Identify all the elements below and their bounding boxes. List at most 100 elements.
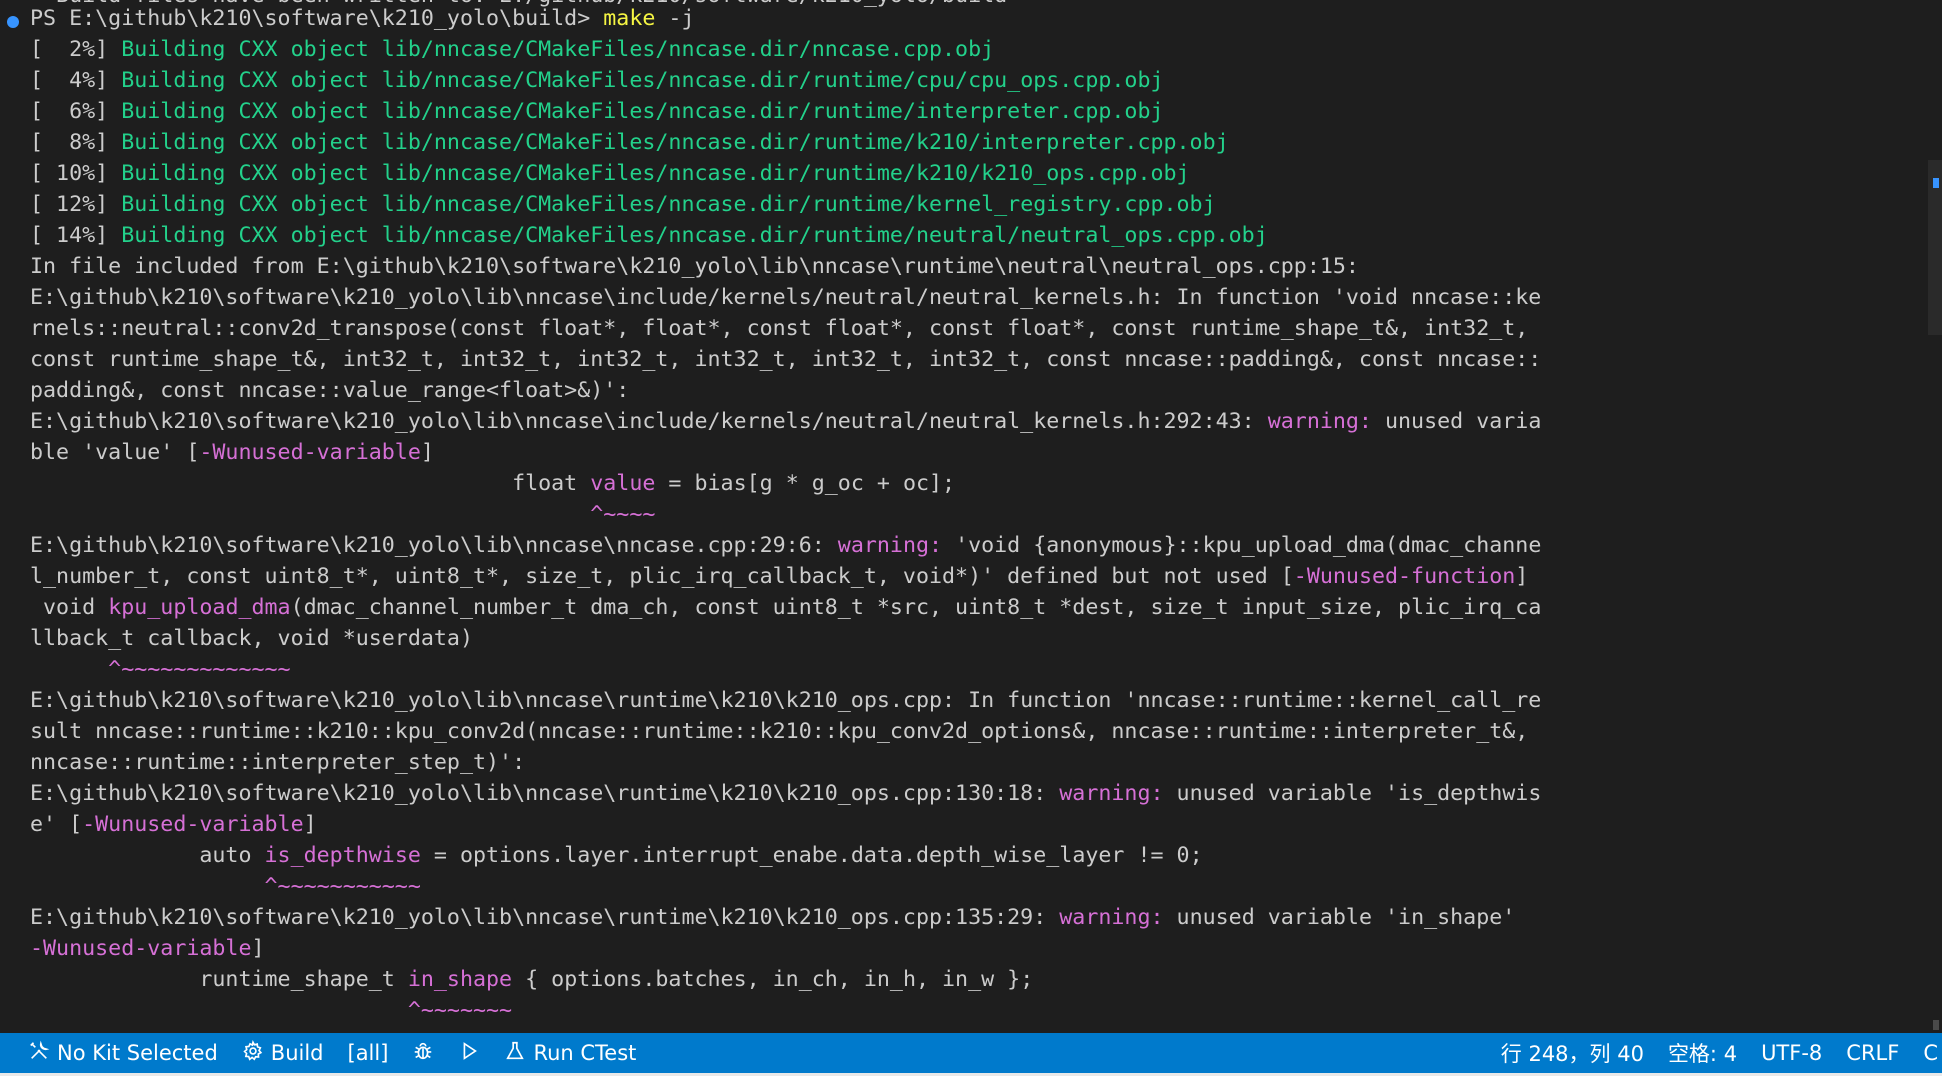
terminal-text-segment: -Wunused-function bbox=[1293, 564, 1516, 589]
build-button[interactable]: Build bbox=[230, 1033, 336, 1073]
scrollbar-marker-icon bbox=[1933, 178, 1939, 188]
terminal-text-segment: rnels::neutral::conv2d_transpose(const f… bbox=[30, 316, 1529, 341]
scrollbar-end-marker-icon bbox=[1933, 1020, 1939, 1030]
terminal-text-segment: ble 'value' [ bbox=[30, 440, 200, 465]
terminal-text-segment: sult nncase::runtime::k210::kpu_conv2d(n… bbox=[30, 719, 1529, 744]
cursor-position[interactable]: 行 248，列 40 bbox=[1489, 1033, 1656, 1073]
terminal-line: E:\github\k210\software\k210_yolo\lib\nn… bbox=[30, 778, 1541, 809]
terminal-text-segment: warning: bbox=[1059, 905, 1177, 930]
terminal-text-segment: [ 4%] bbox=[30, 68, 122, 93]
terminal-text-segment: Building CXX object lib/nncase/CMakeFile… bbox=[121, 223, 1268, 248]
terminal-scrollbar[interactable] bbox=[1928, 0, 1942, 1033]
terminal-line: sult nncase::runtime::k210::kpu_conv2d(n… bbox=[30, 716, 1530, 747]
terminal-text-segment: Building CXX object lib/nncase/CMakeFile… bbox=[121, 192, 1216, 217]
terminal-text-segment: nncase::runtime::interpreter_step_t)': bbox=[30, 750, 526, 775]
terminal-text-segment: -Wunused-variable bbox=[30, 936, 252, 961]
terminal-line: ^~~~~ bbox=[30, 499, 1530, 530]
encoding-label: UTF-8 bbox=[1761, 1041, 1823, 1065]
terminal-text-segment: E:\github\k210\software\k210_yolo\lib\nn… bbox=[30, 781, 1060, 806]
terminal-text-segment: value bbox=[590, 471, 656, 496]
terminal-line: ^~~~~~~~ bbox=[30, 995, 1530, 1026]
terminal-text-segment: ^~~~~~~~~~~~ bbox=[30, 874, 421, 899]
terminal-line: E:\github\k210\software\k210_yolo\lib\nn… bbox=[30, 406, 1541, 437]
terminal-text-segment: in_shape bbox=[407, 967, 513, 992]
terminal-line: [ 12%] Building CXX object lib/nncase/CM… bbox=[30, 189, 1530, 220]
terminal-line: const runtime_shape_t&, int32_t, int32_t… bbox=[30, 344, 1541, 375]
kit-selector[interactable]: No Kit Selected bbox=[0, 1033, 230, 1073]
terminal-text-segment: E:\github\k210\software\k210_yolo\lib\nn… bbox=[30, 285, 1542, 310]
terminal-text-segment: [ 14%] bbox=[30, 223, 122, 248]
cursor-position-label: 行 248，列 40 bbox=[1500, 1042, 1644, 1066]
terminal-prompt-line: PS E:\github\k210\software\k210_yolo\bui… bbox=[30, 3, 1530, 34]
terminal-text-segment: [ 6%] bbox=[30, 99, 122, 124]
run-ctest-button[interactable]: Run CTest bbox=[492, 1033, 648, 1073]
terminal-output: PS E:\github\k210\software\k210_yolo\bui… bbox=[30, 3, 1541, 1026]
debug-button[interactable] bbox=[400, 1033, 446, 1073]
terminal-text-segment: Building CXX object lib/nncase/CMakeFile… bbox=[121, 161, 1190, 186]
terminal-text-segment: Building CXX object lib/nncase/CMakeFile… bbox=[121, 130, 1229, 155]
terminal-text-segment: 'void {anonymous}::kpu_upload_dma(dmac_c… bbox=[955, 533, 1542, 558]
terminal-text-segment: e' [ bbox=[30, 812, 83, 837]
terminal-line: l_number_t, const uint8_t*, uint8_t*, si… bbox=[30, 561, 1530, 592]
terminal-text-segment: is_depthwise bbox=[264, 843, 421, 868]
terminal-line: [ 6%] Building CXX object lib/nncase/CMa… bbox=[30, 96, 1530, 127]
command-status-dot-icon[interactable] bbox=[7, 16, 19, 28]
kit-label: No Kit Selected bbox=[57, 1041, 218, 1065]
terminal-line: rnels::neutral::conv2d_transpose(const f… bbox=[30, 313, 1530, 344]
terminal-text-segment: Building CXX object lib/nncase/CMakeFile… bbox=[121, 99, 1164, 124]
terminal-text-segment: ] bbox=[1515, 564, 1529, 589]
indentation-selector[interactable]: 空格: 4 bbox=[1656, 1033, 1749, 1073]
terminal-text-segment: [ 2%] bbox=[30, 37, 122, 62]
terminal-line: nncase::runtime::interpreter_step_t)': bbox=[30, 747, 1530, 778]
flask-icon bbox=[504, 1040, 526, 1067]
terminal-text-segment: float bbox=[30, 471, 591, 496]
terminal-text-segment: ] bbox=[420, 440, 434, 465]
terminal-line: ^~~~~~~~~~~~ bbox=[30, 871, 1530, 902]
terminal-text-segment: [ 10%] bbox=[30, 161, 122, 186]
terminal-text-segment: llback_t callback, void *userdata) bbox=[30, 626, 473, 651]
bug-icon bbox=[412, 1040, 434, 1067]
terminal-line: [ 14%] Building CXX object lib/nncase/CM… bbox=[30, 220, 1530, 251]
terminal-line: [ 2%] Building CXX object lib/nncase/CMa… bbox=[30, 34, 1530, 65]
terminal-text-segment: E:\github\k210\software\k210_yolo\lib\nn… bbox=[30, 688, 1542, 713]
terminal-line: E:\github\k210\software\k210_yolo\lib\nn… bbox=[30, 282, 1541, 313]
terminal-text-segment: = bias[g * g_oc + oc]; bbox=[655, 471, 956, 496]
line-ending-label: CRLF bbox=[1846, 1041, 1900, 1065]
terminal-text-segment: [ 8%] bbox=[30, 130, 122, 155]
terminal-line: void kpu_upload_dma(dmac_channel_number_… bbox=[30, 592, 1541, 623]
language-mode-selector[interactable]: C bbox=[1911, 1033, 1942, 1073]
terminal-text-segment: l_number_t, const uint8_t*, uint8_t*, si… bbox=[30, 564, 1294, 589]
terminal-text-segment: warning: bbox=[1267, 409, 1385, 434]
terminal-panel[interactable]: Build files have been written to: E:/git… bbox=[0, 0, 1942, 1033]
language-mode-label: C bbox=[1923, 1041, 1938, 1065]
terminal-line: llback_t callback, void *userdata) bbox=[30, 623, 1530, 654]
build-label: Build bbox=[270, 1041, 324, 1065]
terminal-text-segment: unused varia bbox=[1385, 409, 1542, 434]
terminal-line: padding&, const nncase::value_range<floa… bbox=[30, 375, 1530, 406]
status-bar: No Kit Selected Build [all] Run CTest 行 … bbox=[0, 1033, 1942, 1073]
terminal-text-segment: -Wunused-variable bbox=[199, 440, 421, 465]
play-icon bbox=[458, 1040, 480, 1067]
build-target-selector[interactable]: [all] bbox=[336, 1033, 401, 1073]
encoding-selector[interactable]: UTF-8 bbox=[1749, 1033, 1834, 1073]
terminal-text-segment: warning: bbox=[1059, 781, 1177, 806]
terminal-text-segment: E:\github\k210\software\k210_yolo\lib\nn… bbox=[30, 533, 838, 558]
terminal-line: float value = bias[g * g_oc + oc]; bbox=[30, 468, 1530, 499]
terminal-line: E:\github\k210\software\k210_yolo\lib\nn… bbox=[30, 530, 1541, 561]
terminal-text-segment: make bbox=[603, 6, 656, 31]
build-target-label: [all] bbox=[347, 1041, 389, 1065]
terminal-text-segment: runtime_shape_t bbox=[30, 967, 408, 992]
terminal-line: In file included from E:\github\k210\sof… bbox=[30, 251, 1530, 282]
terminal-text-segment: padding&, const nncase::value_range<floa… bbox=[30, 378, 630, 403]
launch-button[interactable] bbox=[446, 1033, 492, 1073]
terminal-text-segment: ^~~~~~~~~~~~~~ bbox=[30, 657, 291, 682]
line-ending-selector[interactable]: CRLF bbox=[1834, 1033, 1911, 1073]
terminal-text-segment: Building CXX object lib/nncase/CMakeFile… bbox=[121, 68, 1164, 93]
terminal-line: E:\github\k210\software\k210_yolo\lib\nn… bbox=[30, 685, 1541, 716]
terminal-line: auto is_depthwise = options.layer.interr… bbox=[30, 840, 1530, 871]
terminal-line: ^~~~~~~~~~~~~~ bbox=[30, 654, 1530, 685]
indentation-label: 空格: 4 bbox=[1667, 1042, 1738, 1066]
terminal-text-segment: (dmac_channel_number_t dma_ch, const uin… bbox=[290, 595, 1542, 620]
terminal-text-segment: = options.layer.interrupt_enabe.data.dep… bbox=[420, 843, 1203, 868]
terminal-line: -Wunused-variable] bbox=[30, 933, 1530, 964]
